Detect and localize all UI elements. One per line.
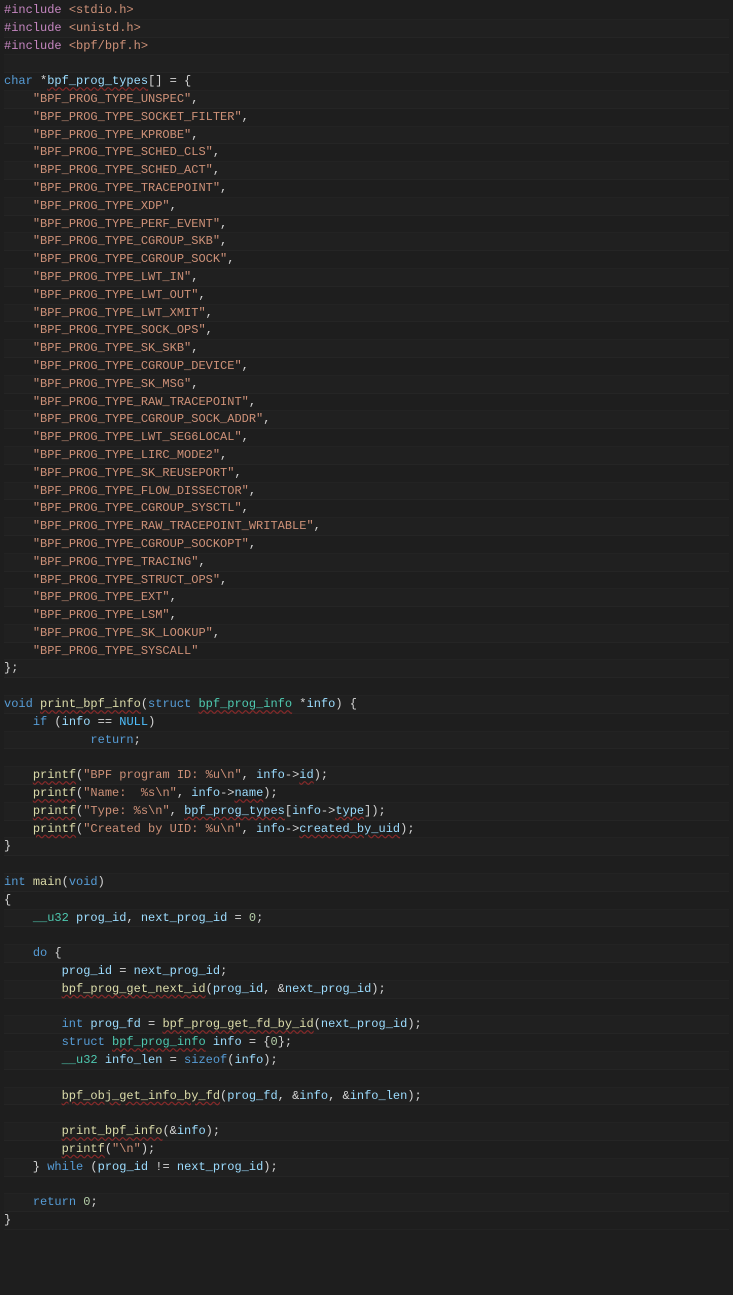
code-line: "BPF_PROG_TYPE_LWT_IN",	[4, 269, 729, 287]
code-line: "BPF_PROG_TYPE_CGROUP_SYSCTL",	[4, 500, 729, 518]
code-line	[4, 1105, 729, 1123]
code-line	[4, 678, 729, 696]
code-line: if (info == NULL)	[4, 714, 729, 732]
code-line: return;	[4, 732, 729, 750]
code-line: "BPF_PROG_TYPE_RAW_TRACEPOINT_WRITABLE",	[4, 518, 729, 536]
code-line: printf("Type: %s\n", bpf_prog_types[info…	[4, 803, 729, 821]
code-line: }	[4, 1212, 729, 1230]
code-line	[4, 749, 729, 767]
code-line	[4, 1177, 729, 1195]
code-line: "BPF_PROG_TYPE_RAW_TRACEPOINT",	[4, 394, 729, 412]
code-line	[4, 999, 729, 1017]
code-line: printf("\n");	[4, 1141, 729, 1159]
code-line: "BPF_PROG_TYPE_SYSCALL"	[4, 643, 729, 661]
code-line: "BPF_PROG_TYPE_SOCK_OPS",	[4, 322, 729, 340]
code-line: int main(void)	[4, 874, 729, 892]
code-line: "BPF_PROG_TYPE_SOCKET_FILTER",	[4, 109, 729, 127]
code-line: "BPF_PROG_TYPE_SK_LOOKUP",	[4, 625, 729, 643]
code-line: "BPF_PROG_TYPE_CGROUP_DEVICE",	[4, 358, 729, 376]
code-line: "BPF_PROG_TYPE_LWT_SEG6LOCAL",	[4, 429, 729, 447]
code-line: "BPF_PROG_TYPE_PERF_EVENT",	[4, 216, 729, 234]
code-line	[4, 856, 729, 874]
code-line: printf("BPF program ID: %u\n", info->id)…	[4, 767, 729, 785]
code-line: "BPF_PROG_TYPE_SK_SKB",	[4, 340, 729, 358]
code-line: "BPF_PROG_TYPE_SK_MSG",	[4, 376, 729, 394]
code-line: "BPF_PROG_TYPE_CGROUP_SOCKOPT",	[4, 536, 729, 554]
code-line: __u32 prog_id, next_prog_id = 0;	[4, 910, 729, 928]
code-line: prog_id = next_prog_id;	[4, 963, 729, 981]
code-line: struct bpf_prog_info info = {0};	[4, 1034, 729, 1052]
code-editor: #include <stdio.h>#include <unistd.h>#in…	[0, 0, 733, 1232]
code-line: }	[4, 838, 729, 856]
code-line: "BPF_PROG_TYPE_SK_REUSEPORT",	[4, 465, 729, 483]
code-line	[4, 1070, 729, 1088]
code-line: "BPF_PROG_TYPE_CGROUP_SOCK_ADDR",	[4, 411, 729, 429]
code-line: do {	[4, 945, 729, 963]
code-line: "BPF_PROG_TYPE_XDP",	[4, 198, 729, 216]
code-line: "BPF_PROG_TYPE_LIRC_MODE2",	[4, 447, 729, 465]
code-line: "BPF_PROG_TYPE_LWT_OUT",	[4, 287, 729, 305]
code-line: "BPF_PROG_TYPE_LSM",	[4, 607, 729, 625]
code-line: "BPF_PROG_TYPE_SCHED_CLS",	[4, 144, 729, 162]
code-line: {	[4, 892, 729, 910]
code-line: #include <stdio.h>	[4, 2, 729, 20]
code-line: "BPF_PROG_TYPE_STRUCT_OPS",	[4, 572, 729, 590]
code-line: #include <unistd.h>	[4, 20, 729, 38]
code-line: "BPF_PROG_TYPE_UNSPEC",	[4, 91, 729, 109]
code-line: "BPF_PROG_TYPE_TRACEPOINT",	[4, 180, 729, 198]
code-line: } while (prog_id != next_prog_id);	[4, 1159, 729, 1177]
code-line: void print_bpf_info(struct bpf_prog_info…	[4, 696, 729, 714]
code-line: return 0;	[4, 1194, 729, 1212]
code-line: bpf_obj_get_info_by_fd(prog_fd, &info, &…	[4, 1088, 729, 1106]
code-line: char *bpf_prog_types[] = {	[4, 73, 729, 91]
code-line: "BPF_PROG_TYPE_SCHED_ACT",	[4, 162, 729, 180]
code-line: "BPF_PROG_TYPE_EXT",	[4, 589, 729, 607]
code-line: "BPF_PROG_TYPE_KPROBE",	[4, 127, 729, 145]
code-line: "BPF_PROG_TYPE_TRACING",	[4, 554, 729, 572]
code-line: bpf_prog_get_next_id(prog_id, &next_prog…	[4, 981, 729, 999]
code-line: "BPF_PROG_TYPE_FLOW_DISSECTOR",	[4, 483, 729, 501]
code-line: "BPF_PROG_TYPE_LWT_XMIT",	[4, 305, 729, 323]
code-line: "BPF_PROG_TYPE_CGROUP_SKB",	[4, 233, 729, 251]
code-line: int prog_fd = bpf_prog_get_fd_by_id(next…	[4, 1016, 729, 1034]
code-line	[4, 55, 729, 73]
code-line: #include <bpf/bpf.h>	[4, 38, 729, 56]
code-line: };	[4, 660, 729, 678]
code-line: printf("Created by UID: %u\n", info->cre…	[4, 821, 729, 839]
code-line: "BPF_PROG_TYPE_CGROUP_SOCK",	[4, 251, 729, 269]
code-line: __u32 info_len = sizeof(info);	[4, 1052, 729, 1070]
code-line	[4, 927, 729, 945]
code-line: print_bpf_info(&info);	[4, 1123, 729, 1141]
code-line: printf("Name: %s\n", info->name);	[4, 785, 729, 803]
